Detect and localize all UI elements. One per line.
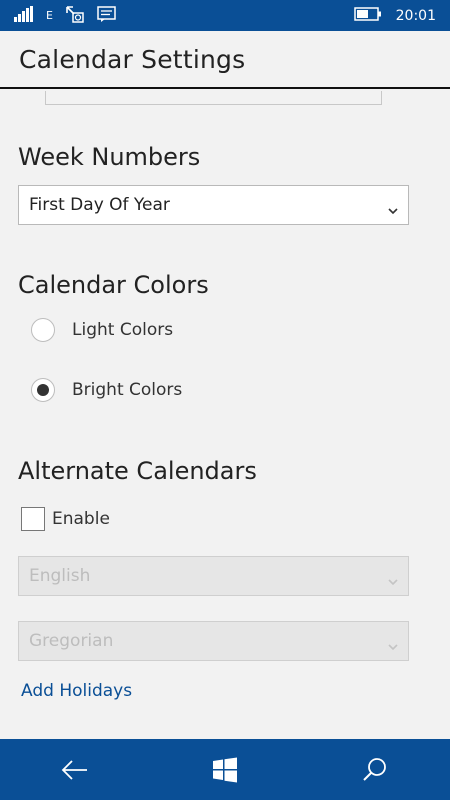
bright-colors-option[interactable]: Bright Colors (31, 377, 182, 403)
settings-content[interactable]: Week Numbers First Day Of Year Calendar … (0, 91, 450, 739)
enable-label: Enable (52, 509, 110, 529)
data-sync-icon (65, 5, 85, 27)
signal-strength-icon (14, 5, 34, 26)
message-icon (97, 5, 117, 27)
battery-icon (353, 6, 382, 25)
calendar-type-value: Gregorian (29, 631, 114, 651)
calendar-type-select[interactable]: Gregorian (18, 621, 409, 661)
chevron-down-icon (388, 636, 398, 651)
alternate-calendars-heading: Alternate Calendars (18, 457, 257, 485)
scrolled-field[interactable] (45, 91, 382, 105)
calendar-colors-heading: Calendar Colors (18, 271, 209, 299)
chevron-down-icon (388, 200, 398, 215)
network-type-label: E (46, 9, 53, 22)
enable-option[interactable]: Enable (21, 507, 110, 531)
windows-logo-icon (213, 757, 237, 782)
light-colors-label: Light Colors (72, 320, 174, 340)
back-button[interactable] (45, 745, 105, 795)
page-title: Calendar Settings (19, 45, 246, 74)
language-value: English (29, 566, 91, 586)
chevron-down-icon (388, 571, 398, 586)
start-button[interactable] (195, 745, 255, 795)
light-colors-option[interactable]: Light Colors (31, 317, 173, 343)
week-numbers-value: First Day Of Year (29, 195, 170, 215)
add-holidays-link[interactable]: Add Holidays (21, 681, 132, 701)
page-header: Calendar Settings (0, 31, 450, 89)
week-numbers-heading: Week Numbers (18, 143, 201, 171)
back-arrow-icon (61, 759, 87, 780)
light-colors-radio[interactable] (31, 318, 55, 342)
navigation-bar (0, 739, 450, 800)
bright-colors-radio[interactable] (31, 378, 55, 402)
language-select[interactable]: English (18, 556, 409, 596)
search-icon (363, 757, 386, 781)
bright-colors-label: Bright Colors (72, 380, 183, 400)
clock: 20:01 (395, 7, 436, 24)
status-bar: E 20:01 (0, 0, 450, 31)
search-button[interactable] (345, 745, 405, 795)
enable-checkbox[interactable] (21, 507, 45, 531)
week-numbers-select[interactable]: First Day Of Year (18, 185, 409, 225)
